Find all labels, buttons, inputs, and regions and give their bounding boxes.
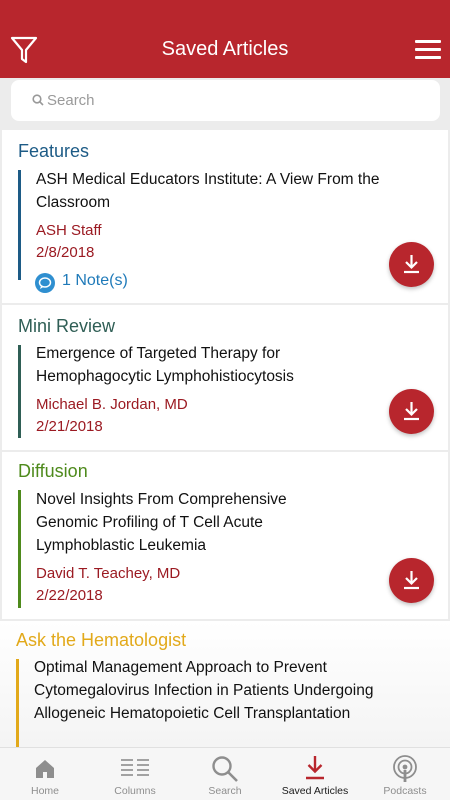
- section-accent-bar: [16, 659, 19, 749]
- tab-label: Saved Articles: [281, 785, 349, 797]
- podcast-icon: [360, 755, 450, 783]
- article-author: David T. Teachey, MD: [36, 565, 181, 582]
- download-icon: [404, 571, 419, 590]
- download-icon: [270, 755, 360, 783]
- tab-label: Columns: [114, 785, 156, 797]
- article-title[interactable]: Optimal Management Approach to Prevent C…: [34, 656, 384, 725]
- section-title: Features: [18, 141, 90, 161]
- search-input[interactable]: [47, 80, 427, 121]
- tab-label: Search: [208, 785, 242, 797]
- home-icon: [0, 755, 90, 783]
- section-accent-bar: [18, 170, 21, 280]
- tab-podcasts[interactable]: Podcasts: [360, 748, 450, 800]
- article-title[interactable]: ASH Medical Educators Institute: A View …: [36, 168, 396, 214]
- bottom-tab-bar: Home Columns Search Saved Articles Podca…: [0, 747, 450, 800]
- search-icon: [32, 94, 44, 106]
- app-header: Saved Articles: [0, 0, 450, 78]
- article-author: ASH Staff: [36, 222, 102, 239]
- tab-saved-articles[interactable]: Saved Articles: [270, 748, 360, 800]
- search-box[interactable]: [11, 80, 440, 121]
- section-title: Ask the Hematologist: [16, 630, 187, 650]
- tab-columns[interactable]: Columns: [90, 748, 180, 800]
- search-bar-area: [0, 78, 450, 126]
- article-author: Michael B. Jordan, MD: [36, 396, 188, 413]
- section-accent-bar: [18, 345, 21, 438]
- article-card[interactable]: Features ASH Medical Educators Institute…: [2, 130, 448, 303]
- article-date: 2/8/2018: [36, 244, 95, 261]
- tab-home[interactable]: Home: [0, 748, 90, 800]
- columns-icon: [90, 755, 180, 783]
- download-icon: [404, 402, 419, 421]
- tab-search[interactable]: Search: [180, 748, 270, 800]
- article-card[interactable]: Mini Review Emergence of Targeted Therap…: [2, 305, 448, 450]
- section-accent-bar: [18, 490, 21, 608]
- tab-label: Home: [30, 785, 59, 797]
- article-date: 2/21/2018: [36, 418, 103, 435]
- article-card[interactable]: Diffusion Novel Insights From Comprehens…: [2, 452, 448, 619]
- section-title: Diffusion: [18, 461, 88, 481]
- download-button[interactable]: [389, 389, 434, 434]
- article-date: 2/22/2018: [36, 587, 103, 604]
- search-icon: [180, 755, 270, 783]
- download-icon: [404, 255, 419, 274]
- article-card[interactable]: Ask the Hematologist Optimal Management …: [0, 621, 450, 749]
- comment-icon: [35, 273, 55, 293]
- page-title: Saved Articles: [161, 38, 289, 60]
- section-title: Mini Review: [18, 316, 116, 336]
- article-title[interactable]: Emergence of Targeted Therapy for Hemoph…: [36, 342, 396, 388]
- article-title[interactable]: Novel Insights From Comprehensive Genomi…: [36, 488, 336, 557]
- hamburger-menu-icon[interactable]: [415, 40, 441, 60]
- tab-label: Podcasts: [383, 785, 427, 797]
- download-button[interactable]: [389, 558, 434, 603]
- note-count: 1 Note(s): [62, 272, 128, 289]
- download-button[interactable]: [389, 242, 434, 287]
